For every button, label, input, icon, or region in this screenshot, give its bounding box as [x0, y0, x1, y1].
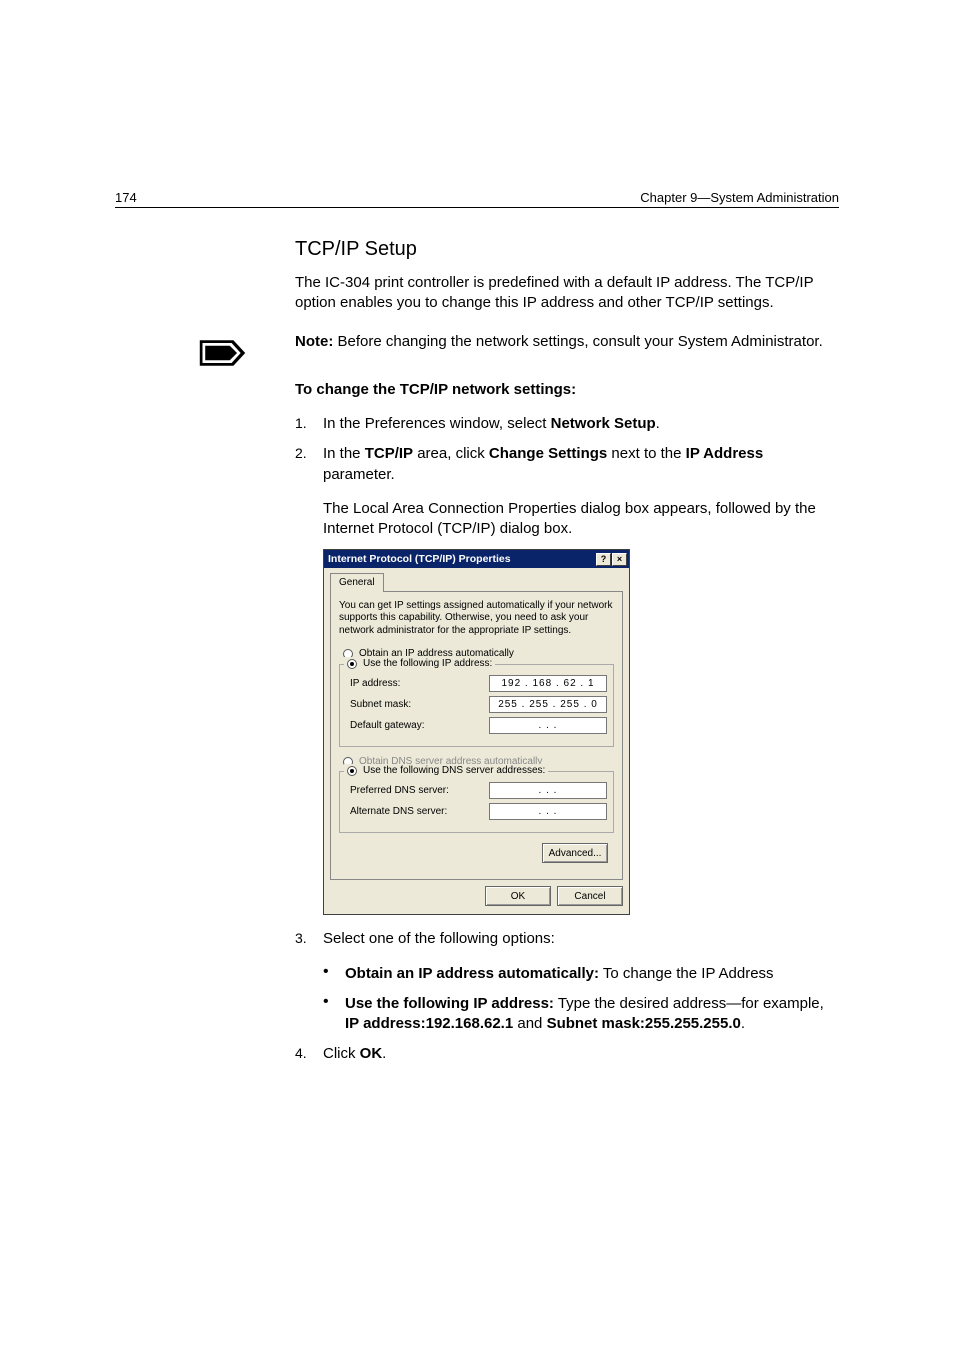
preferred-dns-field[interactable]: . . . [489, 782, 607, 799]
ip-address-field[interactable]: 192 . 168 . 62 . 1 [489, 675, 607, 692]
intro-paragraph: The IC-304 print controller is predefine… [295, 273, 839, 314]
note-text: Before changing the network settings, co… [333, 333, 822, 350]
radio-use-following-dns[interactable]: Use the following DNS server addresses: [347, 764, 545, 778]
procedure-title: To change the TCP/IP network settings: [295, 380, 839, 400]
label-subnet-mask: Subnet mask: [350, 698, 411, 712]
note-icon [195, 333, 250, 388]
step-2: 2. In the TCP/IP area, click Change Sett… [295, 444, 839, 485]
tab-general[interactable]: General [330, 573, 384, 592]
step-1: 1. In the Preferences window, select Net… [295, 414, 839, 434]
cancel-button[interactable]: Cancel [557, 886, 623, 906]
radio-label: Use the following DNS server addresses: [363, 764, 545, 778]
help-button[interactable]: ? [596, 553, 611, 566]
page-header: 174 Chapter 9—System Administration [115, 190, 839, 208]
dialog-title: Internet Protocol (TCP/IP) Properties [328, 552, 511, 566]
label-ip-address: IP address: [350, 677, 400, 691]
bullet-icon: • [323, 964, 345, 984]
bullet-1: • Obtain an IP address automatically: To… [323, 964, 839, 984]
step-2-result: The Local Area Connection Properties dia… [323, 499, 839, 540]
step-3: 3. Select one of the following options: [295, 929, 839, 949]
radio-icon [347, 659, 357, 669]
dialog-titlebar: Internet Protocol (TCP/IP) Properties ? … [324, 550, 629, 568]
advanced-button[interactable]: Advanced... [542, 843, 608, 863]
step-number: 1. [295, 414, 323, 434]
bullet-2: • Use the following IP address: Type the… [323, 994, 839, 1035]
step-number: 2. [295, 444, 323, 485]
section-title: TCP/IP Setup [295, 236, 839, 263]
step-3-text: Select one of the following options: [323, 929, 839, 949]
ok-button[interactable]: OK [485, 886, 551, 906]
group-use-dns: Use the following DNS server addresses: … [339, 771, 614, 833]
label-preferred-dns: Preferred DNS server: [350, 784, 449, 798]
step-4: 4. Click OK. [295, 1044, 839, 1064]
page-number: 174 [115, 190, 137, 205]
label-default-gateway: Default gateway: [350, 719, 425, 733]
radio-label: Use the following IP address: [363, 657, 492, 671]
step-number: 3. [295, 929, 323, 949]
step-number: 4. [295, 1044, 323, 1064]
note-paragraph: Note: Before changing the network settin… [295, 332, 839, 352]
radio-icon [347, 766, 357, 776]
close-button[interactable]: × [612, 553, 627, 566]
group-use-ip: Use the following IP address: IP address… [339, 664, 614, 747]
dialog-description: You can get IP settings assigned automat… [339, 600, 614, 638]
radio-use-following-ip[interactable]: Use the following IP address: [347, 657, 492, 671]
label-alternate-dns: Alternate DNS server: [350, 805, 447, 819]
subnet-mask-field[interactable]: 255 . 255 . 255 . 0 [489, 696, 607, 713]
bullet-icon: • [323, 994, 345, 1035]
default-gateway-field[interactable]: . . . [489, 717, 607, 734]
alternate-dns-field[interactable]: . . . [489, 803, 607, 820]
note-label: Note: [295, 333, 333, 350]
tcpip-properties-dialog: Internet Protocol (TCP/IP) Properties ? … [323, 549, 630, 915]
chapter-title: Chapter 9—System Administration [640, 190, 839, 205]
